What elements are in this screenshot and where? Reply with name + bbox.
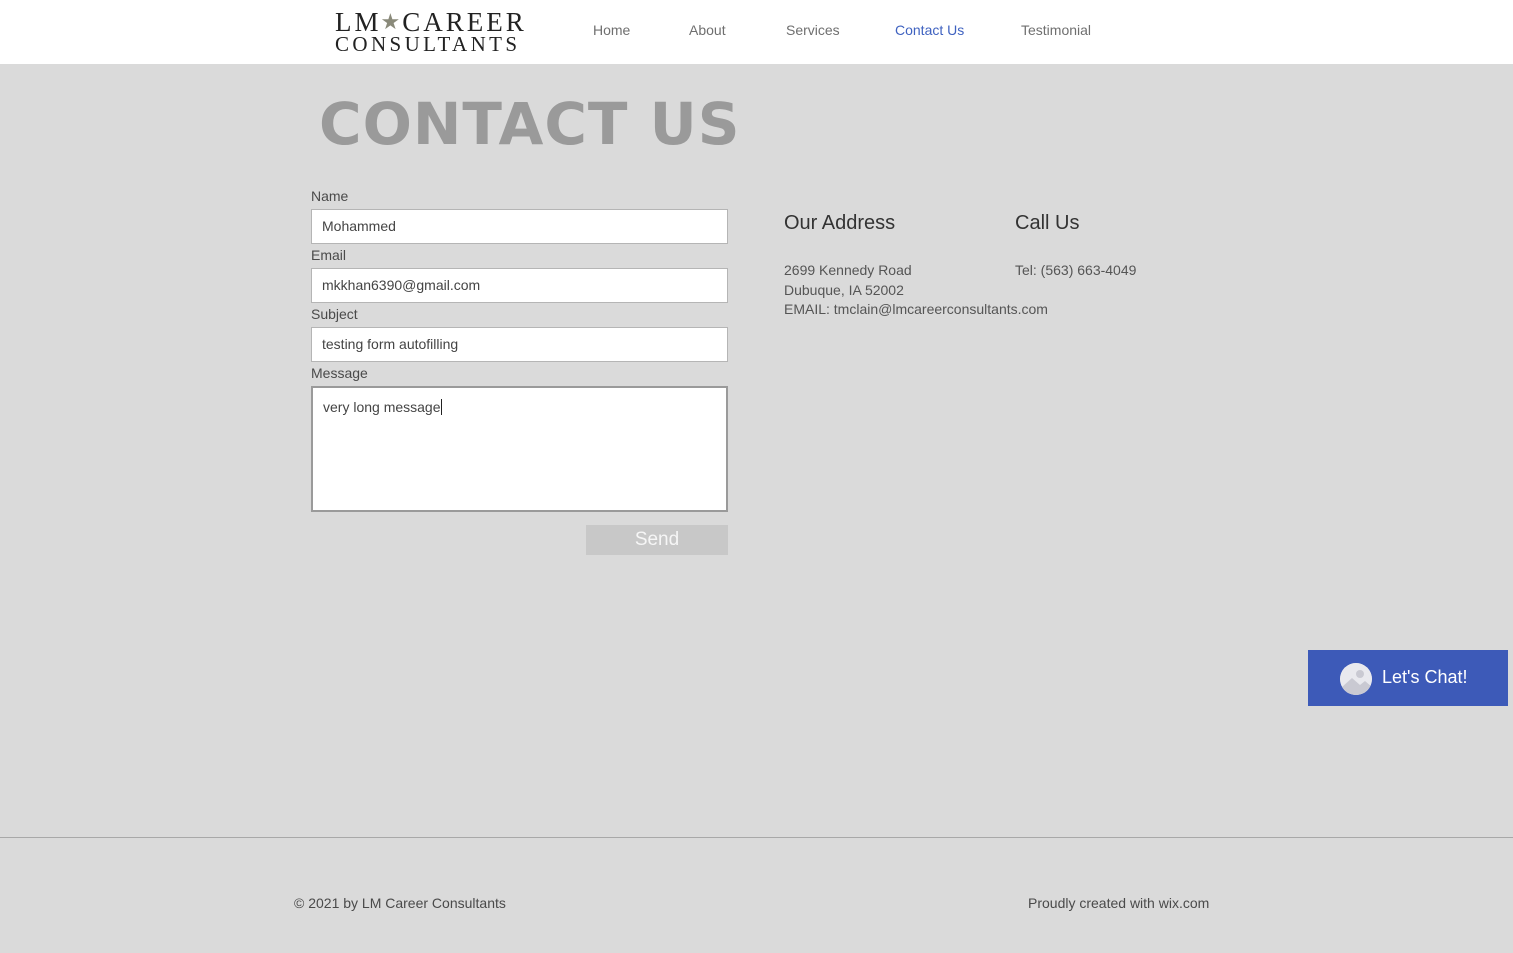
- footer-copyright: © 2021 by LM Career Consultants: [294, 895, 506, 911]
- send-button[interactable]: Send: [586, 525, 728, 555]
- call-heading: Call Us: [1015, 212, 1080, 234]
- email-field[interactable]: mkkhan6390@gmail.com: [311, 268, 728, 303]
- site-header: LM★CAREER CONSULTANTS Home About Service…: [0, 0, 1513, 64]
- page-title: CONTACT US: [319, 90, 741, 158]
- message-field[interactable]: very long message: [311, 386, 728, 512]
- footer-divider: [0, 837, 1513, 838]
- address-heading: Our Address: [784, 212, 896, 234]
- contact-email[interactable]: EMAIL: tmclain@lmcareerconsultants.com: [784, 301, 1048, 317]
- chat-button[interactable]: Let's Chat!: [1308, 650, 1508, 706]
- name-label: Name: [311, 188, 349, 204]
- chat-label: Let's Chat!: [1382, 667, 1468, 687]
- subject-field[interactable]: testing form autofilling: [311, 327, 728, 362]
- nav-item-about[interactable]: About: [689, 22, 726, 38]
- message-text: very long message: [323, 399, 441, 415]
- nav-item-home[interactable]: Home: [593, 22, 630, 38]
- avatar-icon: [1340, 663, 1372, 695]
- nav-item-testimonial[interactable]: Testimonial: [1021, 22, 1091, 38]
- email-label: Email: [311, 247, 347, 263]
- contact-phone[interactable]: Tel: (563) 663-4049: [1015, 262, 1136, 278]
- star-icon: ★: [380, 9, 404, 34]
- address-line-1: 2699 Kennedy Road: [784, 262, 912, 278]
- site-logo[interactable]: LM★CAREER CONSULTANTS: [335, 8, 530, 56]
- logo-line-2: CONSULTANTS: [335, 32, 521, 56]
- nav-item-contact-us[interactable]: Contact Us: [895, 22, 964, 38]
- subject-label: Subject: [311, 306, 358, 322]
- nav-item-services[interactable]: Services: [786, 22, 840, 38]
- name-field[interactable]: Mohammed: [311, 209, 728, 244]
- text-caret: [440, 399, 442, 415]
- message-label: Message: [311, 365, 368, 381]
- footer-credit[interactable]: Proudly created with wix.com: [1028, 895, 1209, 911]
- address-line-2: Dubuque, IA 52002: [784, 282, 904, 298]
